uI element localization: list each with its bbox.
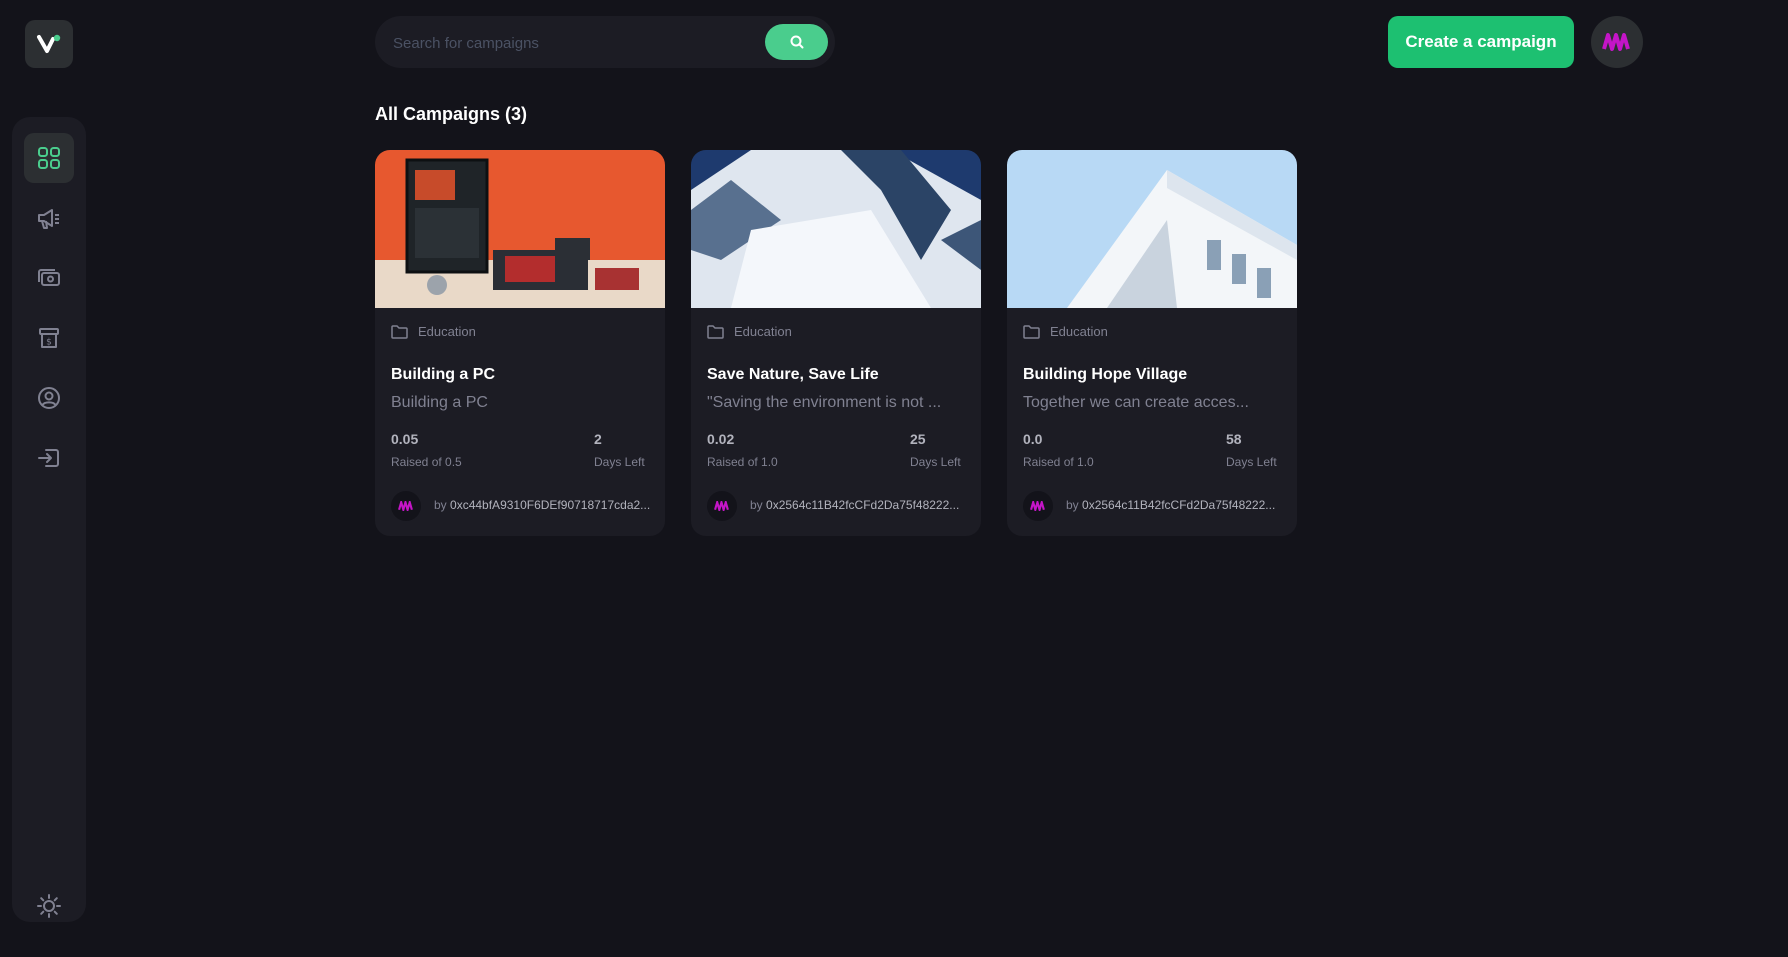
campaign-category: Education (1050, 324, 1108, 339)
svg-text:$: $ (46, 338, 52, 348)
campaign-image (375, 150, 665, 308)
search-input[interactable] (391, 16, 735, 70)
days-left-label: Days Left (594, 455, 645, 469)
search-bar (375, 16, 835, 70)
raised-of-label: Raised of 0.5 (391, 455, 462, 469)
campaign-title: Building Hope Village (1023, 366, 1188, 383)
raised-of-label: Raised of 1.0 (707, 455, 778, 469)
campaign-image (691, 150, 981, 308)
nav-payment[interactable] (24, 253, 74, 303)
folder-icon (1023, 324, 1040, 339)
campaign-title: Building a PC (391, 366, 495, 383)
sidebar: $ (12, 117, 86, 922)
dashboard-grid-icon (38, 147, 60, 169)
campaign-card[interactable]: Education Building a PC Building a PC 0.… (375, 150, 665, 536)
nav-logout[interactable] (24, 433, 74, 483)
days-left-value: 2 (594, 431, 602, 447)
owner-prefix: by (750, 498, 763, 512)
campaign-card[interactable]: Education Building Hope Village Together… (1007, 150, 1297, 536)
campaign-description: Together we can create acces... (1023, 394, 1249, 411)
owner-avatar (1023, 491, 1053, 521)
profile-avatar[interactable] (1591, 16, 1643, 68)
page-title: All Campaigns (3) (375, 104, 528, 124)
owner-address: 0x2564c11B42fcCFd2Da75f48222... (1082, 498, 1276, 512)
campaign-owner: by 0x2564c11B42fcCFd2Da75f48222... (1066, 498, 1286, 512)
owner-prefix: by (434, 498, 447, 512)
raised-of-label: Raised of 1.0 (1023, 455, 1094, 469)
payment-icon (38, 269, 60, 286)
campaign-description: "Saving the environment is not ... (707, 394, 942, 411)
owner-prefix: by (1066, 498, 1079, 512)
brand-avatar-icon (398, 501, 413, 511)
folder-icon (391, 324, 408, 339)
owner-address: 0x2564c11B42fcCFd2Da75f48222... (766, 498, 960, 512)
amount-raised: 0.05 (391, 431, 419, 447)
nav-campaign[interactable] (24, 193, 74, 243)
campaign-owner: by 0xc44bfA9310F6DEf90718717cda2... (434, 498, 654, 512)
brand-avatar-icon (1030, 501, 1045, 511)
campaign-description: Building a PC (391, 394, 488, 411)
megaphone-icon (38, 209, 59, 229)
withdraw-icon: $ (39, 328, 59, 348)
days-left-label: Days Left (1226, 455, 1277, 469)
search-icon (790, 35, 803, 49)
brand-avatar-icon (714, 501, 729, 511)
owner-avatar (391, 491, 421, 521)
brand-avatar-icon (1602, 33, 1630, 51)
campaign-image (1007, 150, 1297, 308)
amount-raised: 0.0 (1023, 431, 1043, 447)
amount-raised: 0.02 (707, 431, 735, 447)
profile-icon (38, 387, 60, 409)
logo-icon (37, 34, 61, 53)
nav-withdraw[interactable]: $ (24, 313, 74, 363)
theme-toggle[interactable] (24, 889, 74, 923)
campaign-category: Education (418, 324, 476, 339)
campaign-card[interactable]: Education Save Nature, Save Life "Saving… (691, 150, 981, 536)
folder-icon (707, 324, 724, 339)
days-left-value: 58 (1226, 431, 1242, 447)
owner-avatar (707, 491, 737, 521)
nav-profile[interactable] (24, 373, 74, 423)
owner-address: 0xc44bfA9310F6DEf90718717cda2... (450, 498, 651, 512)
sun-icon (37, 894, 61, 918)
logout-icon (38, 449, 59, 467)
app-logo[interactable] (25, 20, 73, 68)
nav-dashboard[interactable] (24, 133, 74, 183)
campaign-category: Education (734, 324, 792, 339)
days-left-value: 25 (910, 431, 926, 447)
create-campaign-button[interactable]: Create a campaign (1388, 16, 1574, 68)
search-button[interactable] (765, 24, 828, 60)
campaign-owner: by 0x2564c11B42fcCFd2Da75f48222... (750, 498, 970, 512)
days-left-label: Days Left (910, 455, 961, 469)
campaign-title: Save Nature, Save Life (707, 366, 879, 383)
